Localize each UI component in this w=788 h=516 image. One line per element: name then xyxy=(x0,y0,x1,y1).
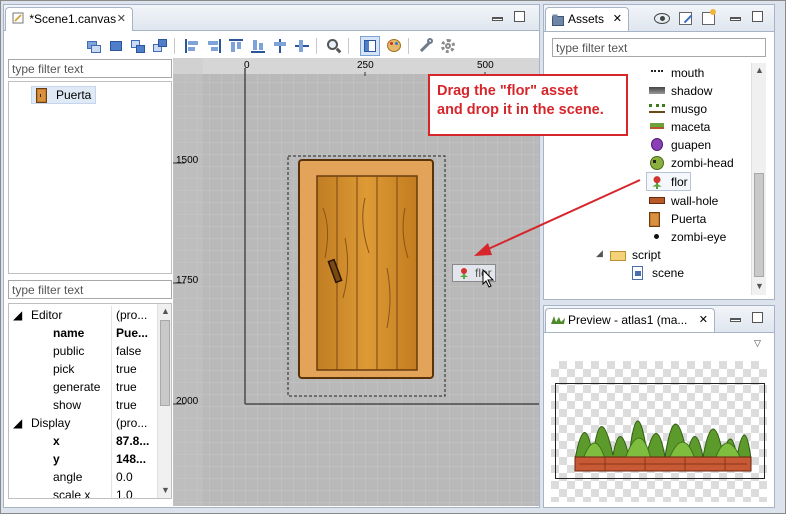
property-row-y[interactable]: y 148... xyxy=(9,450,157,468)
atlas-preview-image xyxy=(551,361,767,502)
zoom-icon[interactable] xyxy=(326,38,342,54)
callout-line-1: Drag the "flor" asset xyxy=(437,83,579,99)
maximize-button[interactable] xyxy=(752,312,763,323)
view-menu-icon[interactable]: ▽ xyxy=(754,338,761,349)
close-icon[interactable]: ✕ xyxy=(699,313,708,326)
assets-scrollbar[interactable]: ▲ ▼ xyxy=(751,63,766,295)
assets-panel: Assets ✕ type filter text mouth shadow m… xyxy=(543,4,775,300)
maximize-button[interactable] xyxy=(752,11,763,22)
property-row-pick[interactable]: pick true xyxy=(9,360,157,378)
outline-item-label: Puerta xyxy=(56,88,92,102)
scene-file-icon xyxy=(630,266,646,280)
property-row-x[interactable]: x 87.8... xyxy=(9,432,157,450)
door-icon xyxy=(36,88,47,103)
ruler-x-label-0: 0 xyxy=(244,60,250,71)
grass-preview-icon xyxy=(551,316,565,324)
ruler-x-label-250: 250 xyxy=(357,60,374,71)
ruler-y-label-1500: 1500 xyxy=(176,155,199,166)
bring-forward-icon[interactable] xyxy=(130,38,146,54)
send-backward-icon[interactable] xyxy=(108,38,124,54)
outline-tree: Puerta xyxy=(8,81,172,274)
properties-filter-input[interactable]: type filter text xyxy=(8,280,172,299)
assets-folder-icon xyxy=(552,14,564,26)
new-asset-icon[interactable] xyxy=(702,9,716,25)
mouse-pointer-icon xyxy=(482,269,495,288)
mouth-icon xyxy=(649,66,665,80)
close-icon[interactable]: ✕ xyxy=(117,12,126,25)
property-row-scale-x[interactable]: scale x 1.0 xyxy=(9,486,157,498)
align-center-icon[interactable] xyxy=(272,38,288,54)
minimize-button[interactable] xyxy=(730,318,741,322)
tab-label: *Scene1.canvas xyxy=(29,12,117,26)
outline-item-puerta[interactable]: Puerta xyxy=(31,86,97,104)
ruler-x-label-500: 500 xyxy=(477,60,494,71)
flower-icon xyxy=(650,175,666,189)
tab-assets[interactable]: Assets ✕ xyxy=(545,7,629,31)
property-row-editor[interactable]: ◢ Editor (pro... xyxy=(9,306,157,324)
align-right-icon[interactable] xyxy=(206,38,222,54)
property-row-generate[interactable]: generate true xyxy=(9,378,157,396)
property-row-angle[interactable]: angle 0.0 xyxy=(9,468,157,486)
properties-table: ◢ Editor (pro... name Pue... public false pi… xyxy=(8,303,172,499)
align-bottom-icon[interactable] xyxy=(250,38,266,54)
edit-note-icon[interactable] xyxy=(679,12,693,25)
show-outline-button[interactable] xyxy=(360,36,380,56)
properties-scrollbar[interactable]: ▲ ▼ xyxy=(157,304,171,498)
wrench-icon[interactable] xyxy=(418,38,434,54)
assets-filter-input[interactable]: type filter text xyxy=(552,38,766,57)
palette-icon[interactable] xyxy=(386,38,402,54)
property-row-show[interactable]: show true xyxy=(9,396,157,414)
musgo-icon xyxy=(649,102,665,116)
zombi-eye-icon xyxy=(649,230,665,244)
bring-to-front-icon[interactable] xyxy=(152,38,168,54)
align-middle-icon[interactable] xyxy=(294,38,310,54)
collapse-arrow-icon[interactable]: ◢ xyxy=(13,308,22,322)
callout-line-2: and drop it in the scene. xyxy=(437,102,604,118)
wall-hole-icon xyxy=(649,194,665,208)
tab-preview[interactable]: Preview - atlas1 (ma... ✕ xyxy=(545,308,715,332)
grass-sprite xyxy=(574,420,752,472)
property-row-public[interactable]: public false xyxy=(9,342,157,360)
ruler-y-label-1750: 1750 xyxy=(176,275,199,286)
asset-item-flor[interactable]: flor xyxy=(646,172,691,191)
minimize-button[interactable] xyxy=(492,17,503,21)
preview-tab-label: Preview - atlas1 (ma... xyxy=(568,313,688,327)
zombi-head-icon xyxy=(649,156,665,170)
assets-tab-label: Assets xyxy=(568,12,605,26)
guapen-icon xyxy=(649,138,665,152)
settings-gear-icon[interactable] xyxy=(440,38,456,54)
scrollbar-thumb[interactable] xyxy=(160,320,170,406)
property-row-display[interactable]: ◢ Display (pro... xyxy=(9,414,157,432)
maceta-icon xyxy=(649,120,665,134)
editor-toolbar xyxy=(4,32,539,60)
close-icon[interactable]: ✕ xyxy=(613,12,622,25)
door-icon xyxy=(649,212,665,227)
eye-icon[interactable] xyxy=(654,13,670,24)
align-left-icon[interactable] xyxy=(184,38,200,54)
preview-panel: Preview - atlas1 (ma... ✕ ▽ xyxy=(543,305,775,508)
property-row-name[interactable]: name Pue... xyxy=(9,324,157,342)
collapse-arrow-icon[interactable]: ◢ xyxy=(596,248,603,259)
collapse-arrow-icon[interactable]: ◢ xyxy=(13,416,22,430)
align-top-icon[interactable] xyxy=(228,38,244,54)
send-to-back-icon[interactable] xyxy=(86,38,102,54)
ruler-y-label-2000: 2000 xyxy=(176,396,199,407)
scrollbar-thumb[interactable] xyxy=(754,173,764,277)
canvas-file-icon xyxy=(12,12,24,24)
instruction-callout: Drag the "flor" asset and drop it in the… xyxy=(428,74,628,136)
tab-scene1-canvas[interactable]: *Scene1.canvas ✕ xyxy=(5,7,133,31)
editor-tab-bar: *Scene1.canvas ✕ xyxy=(4,5,539,31)
folder-icon xyxy=(610,248,626,262)
flower-icon xyxy=(458,267,470,279)
minimize-button[interactable] xyxy=(730,17,741,21)
maximize-button[interactable] xyxy=(514,11,525,22)
shadow-icon xyxy=(649,84,665,98)
outline-filter-input[interactable]: type filter text xyxy=(8,59,172,78)
